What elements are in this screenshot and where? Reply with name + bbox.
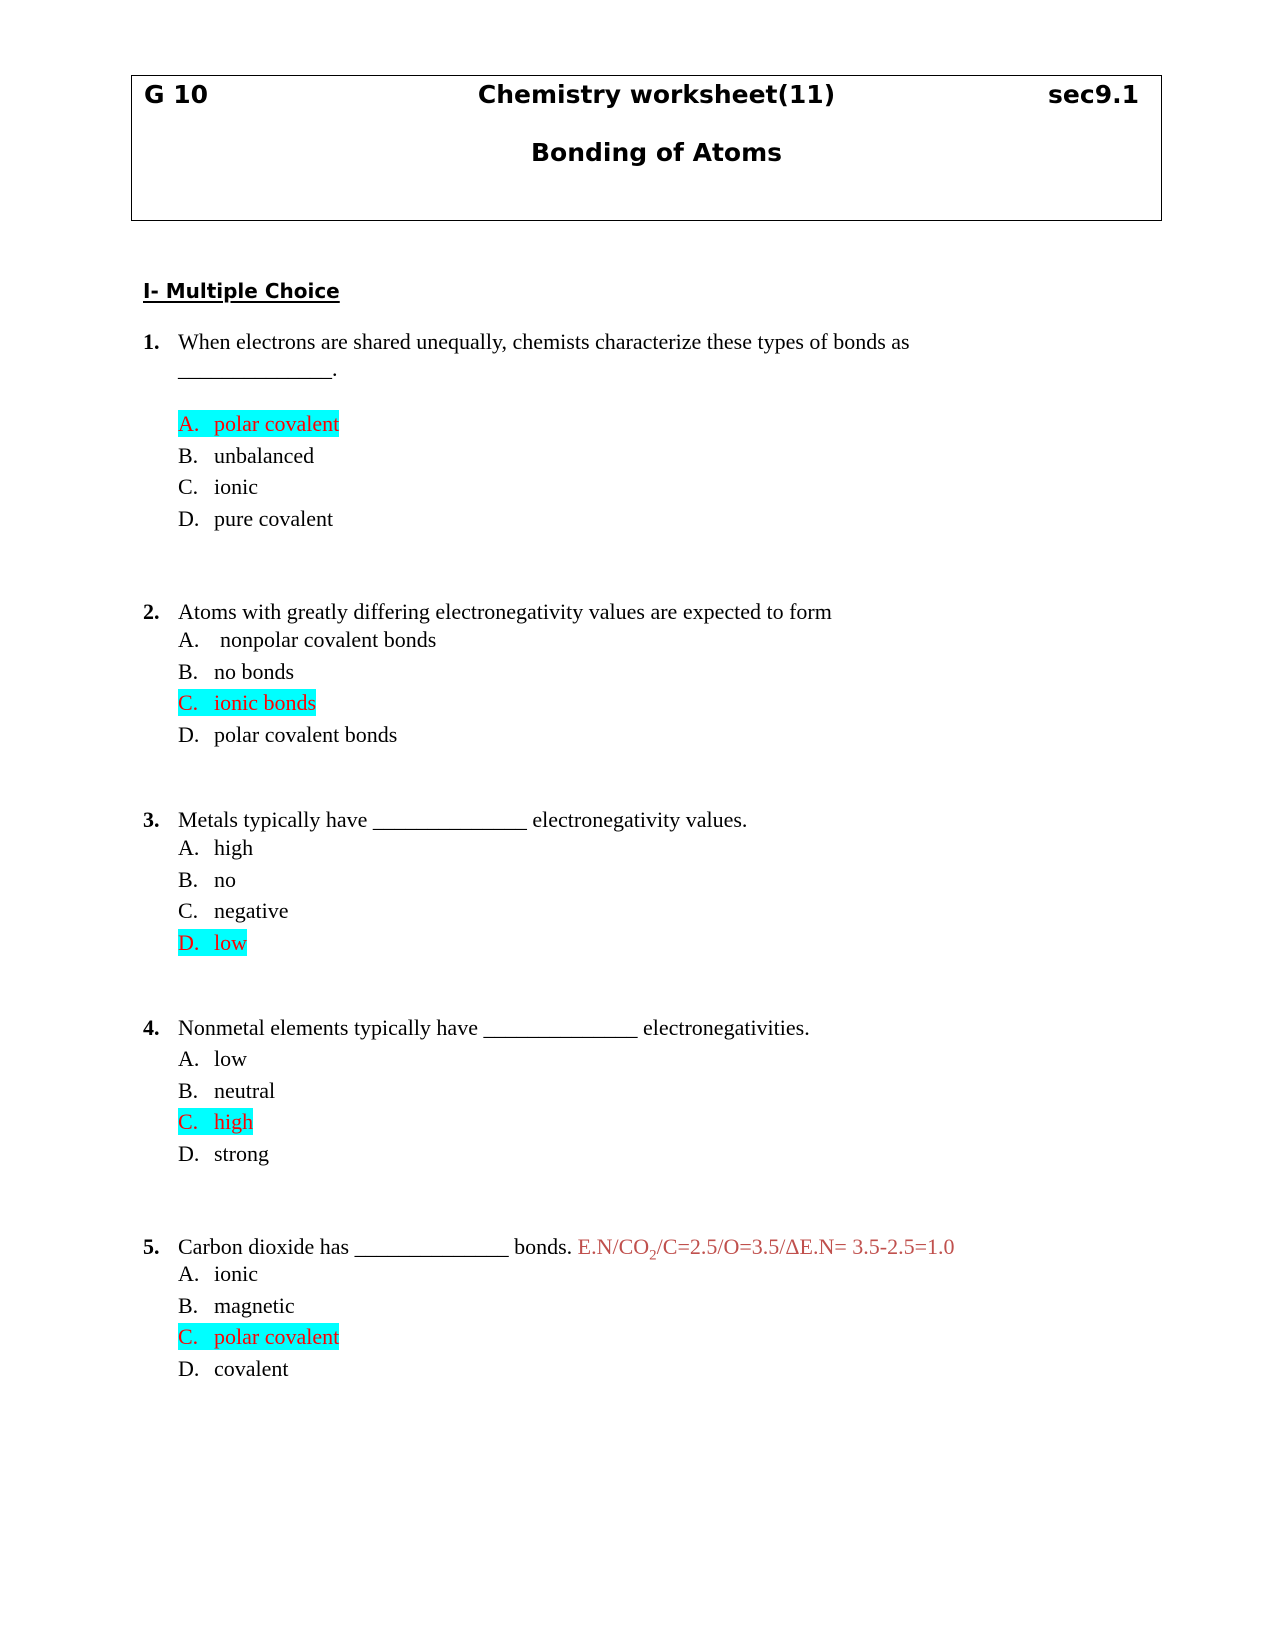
option-text: low	[214, 929, 247, 955]
option-b: B. neutral	[178, 1075, 275, 1107]
question-stem: Metals typically have ______________ ele…	[178, 807, 748, 832]
option-a: A. low	[178, 1043, 275, 1075]
option-letter: B.	[178, 866, 199, 892]
question-number: 1.	[143, 329, 160, 354]
option-b: B. no bonds	[178, 656, 436, 688]
option-letter: D.	[178, 505, 200, 531]
option-c-correct: C. polar covalent	[178, 1321, 340, 1353]
option-text: high	[214, 835, 254, 860]
option-d: D. polar covalent bonds	[178, 719, 436, 751]
option-letter: A.	[178, 627, 200, 652]
option-letter: A.	[178, 835, 200, 860]
option-letter: D.	[178, 1355, 200, 1381]
worksheet-header: G 10 Chemistry worksheet(11) sec9.1 Bond…	[131, 75, 1162, 221]
option-c: C. ionic	[178, 471, 339, 503]
answer-blank: ______________.	[178, 356, 338, 381]
option-d: D. covalent	[178, 1353, 339, 1385]
option-text: no bonds	[214, 658, 295, 684]
worksheet-title: Chemistry worksheet(11)	[477, 80, 836, 109]
option-letter: A.	[178, 1046, 200, 1071]
option-d-correct: D. low	[178, 927, 289, 959]
option-text: negative	[214, 898, 289, 923]
note-prefix: E.N/CO	[577, 1234, 650, 1259]
option-letter: B.	[178, 658, 199, 684]
question-stem: Carbon dioxide has ______________ bonds.	[178, 1234, 573, 1259]
option-letter: C.	[178, 1324, 199, 1349]
option-c: C. negative	[178, 895, 289, 927]
question-number: 4.	[143, 1015, 160, 1040]
option-text: polar covalent	[214, 1324, 340, 1349]
option-letter: D.	[178, 929, 200, 955]
option-text: ionic bonds	[214, 690, 317, 715]
option-letter: C.	[178, 690, 199, 715]
option-text: ionic	[214, 1261, 258, 1286]
option-text: no	[214, 866, 236, 892]
option-letter: B.	[178, 442, 199, 468]
option-text: unbalanced	[214, 442, 315, 468]
option-text: strong	[214, 1140, 269, 1166]
option-text: nonpolar covalent bonds	[220, 627, 437, 652]
option-a: A. nonpolar covalent bonds	[178, 624, 436, 656]
question-number: 3.	[143, 807, 160, 832]
option-letter: A.	[178, 1261, 200, 1286]
options-list: A. polar covalent B. unbalanced C. ionic D.…	[178, 408, 340, 535]
options-list: A. high B. no C. negative D. low	[178, 832, 289, 958]
option-a: A. ionic	[178, 1258, 339, 1290]
options-list: A. low B. neutral C. high D. strong	[178, 1043, 275, 1169]
option-text: polar covalent bonds	[214, 721, 398, 747]
option-letter: A.	[178, 411, 200, 436]
section-heading: I- Multiple Choice	[143, 279, 340, 303]
worksheet-subtitle: Bonding of Atoms	[530, 138, 783, 167]
option-text: polar covalent	[214, 411, 340, 436]
option-letter: C.	[178, 474, 199, 499]
option-letter: D.	[178, 1140, 200, 1166]
note-suffix: /C=2.5/O=3.5/ΔE.N= 3.5-2.5=1.0	[656, 1234, 955, 1259]
teacher-note: E.N/CO2/C=2.5/O=3.5/ΔE.N= 3.5-2.5=1.0	[577, 1234, 955, 1263]
option-letter: C.	[178, 1109, 199, 1134]
option-letter: B.	[178, 1292, 199, 1318]
option-b: B. no	[178, 864, 289, 896]
option-b: B. unbalanced	[178, 440, 339, 472]
option-d: D. strong	[178, 1138, 275, 1170]
option-text: magnetic	[214, 1292, 295, 1318]
note-subscript: 2	[649, 1247, 657, 1264]
option-c-correct: C. ionic bonds	[178, 687, 436, 719]
option-text: pure covalent	[214, 505, 334, 531]
option-d: D. pure covalent	[178, 503, 339, 535]
option-a: A. high	[178, 832, 289, 864]
option-text: low	[214, 1046, 247, 1071]
option-text: high	[214, 1109, 254, 1134]
options-list: A. nonpolar covalent bonds B. no bonds C. i…	[178, 624, 436, 750]
section-label: sec9.1	[1048, 80, 1139, 109]
option-text: covalent	[214, 1355, 289, 1381]
options-list: A. ionic B. magnetic C. polar covalent D. co…	[178, 1258, 340, 1385]
question-number: 5.	[143, 1234, 160, 1259]
question-stem: Atoms with greatly differing electronega…	[178, 599, 832, 624]
option-text: ionic	[214, 474, 258, 499]
option-c-correct: C. high	[178, 1106, 275, 1138]
option-letter: D.	[178, 721, 200, 747]
option-text: neutral	[214, 1077, 276, 1103]
question-number: 2.	[143, 599, 160, 624]
question-stem: Nonmetal elements typically have _______…	[178, 1015, 810, 1040]
option-letter: C.	[178, 898, 199, 923]
option-a-correct: A. polar covalent	[178, 408, 340, 440]
option-b: B. magnetic	[178, 1290, 339, 1322]
option-letter: B.	[178, 1077, 199, 1103]
